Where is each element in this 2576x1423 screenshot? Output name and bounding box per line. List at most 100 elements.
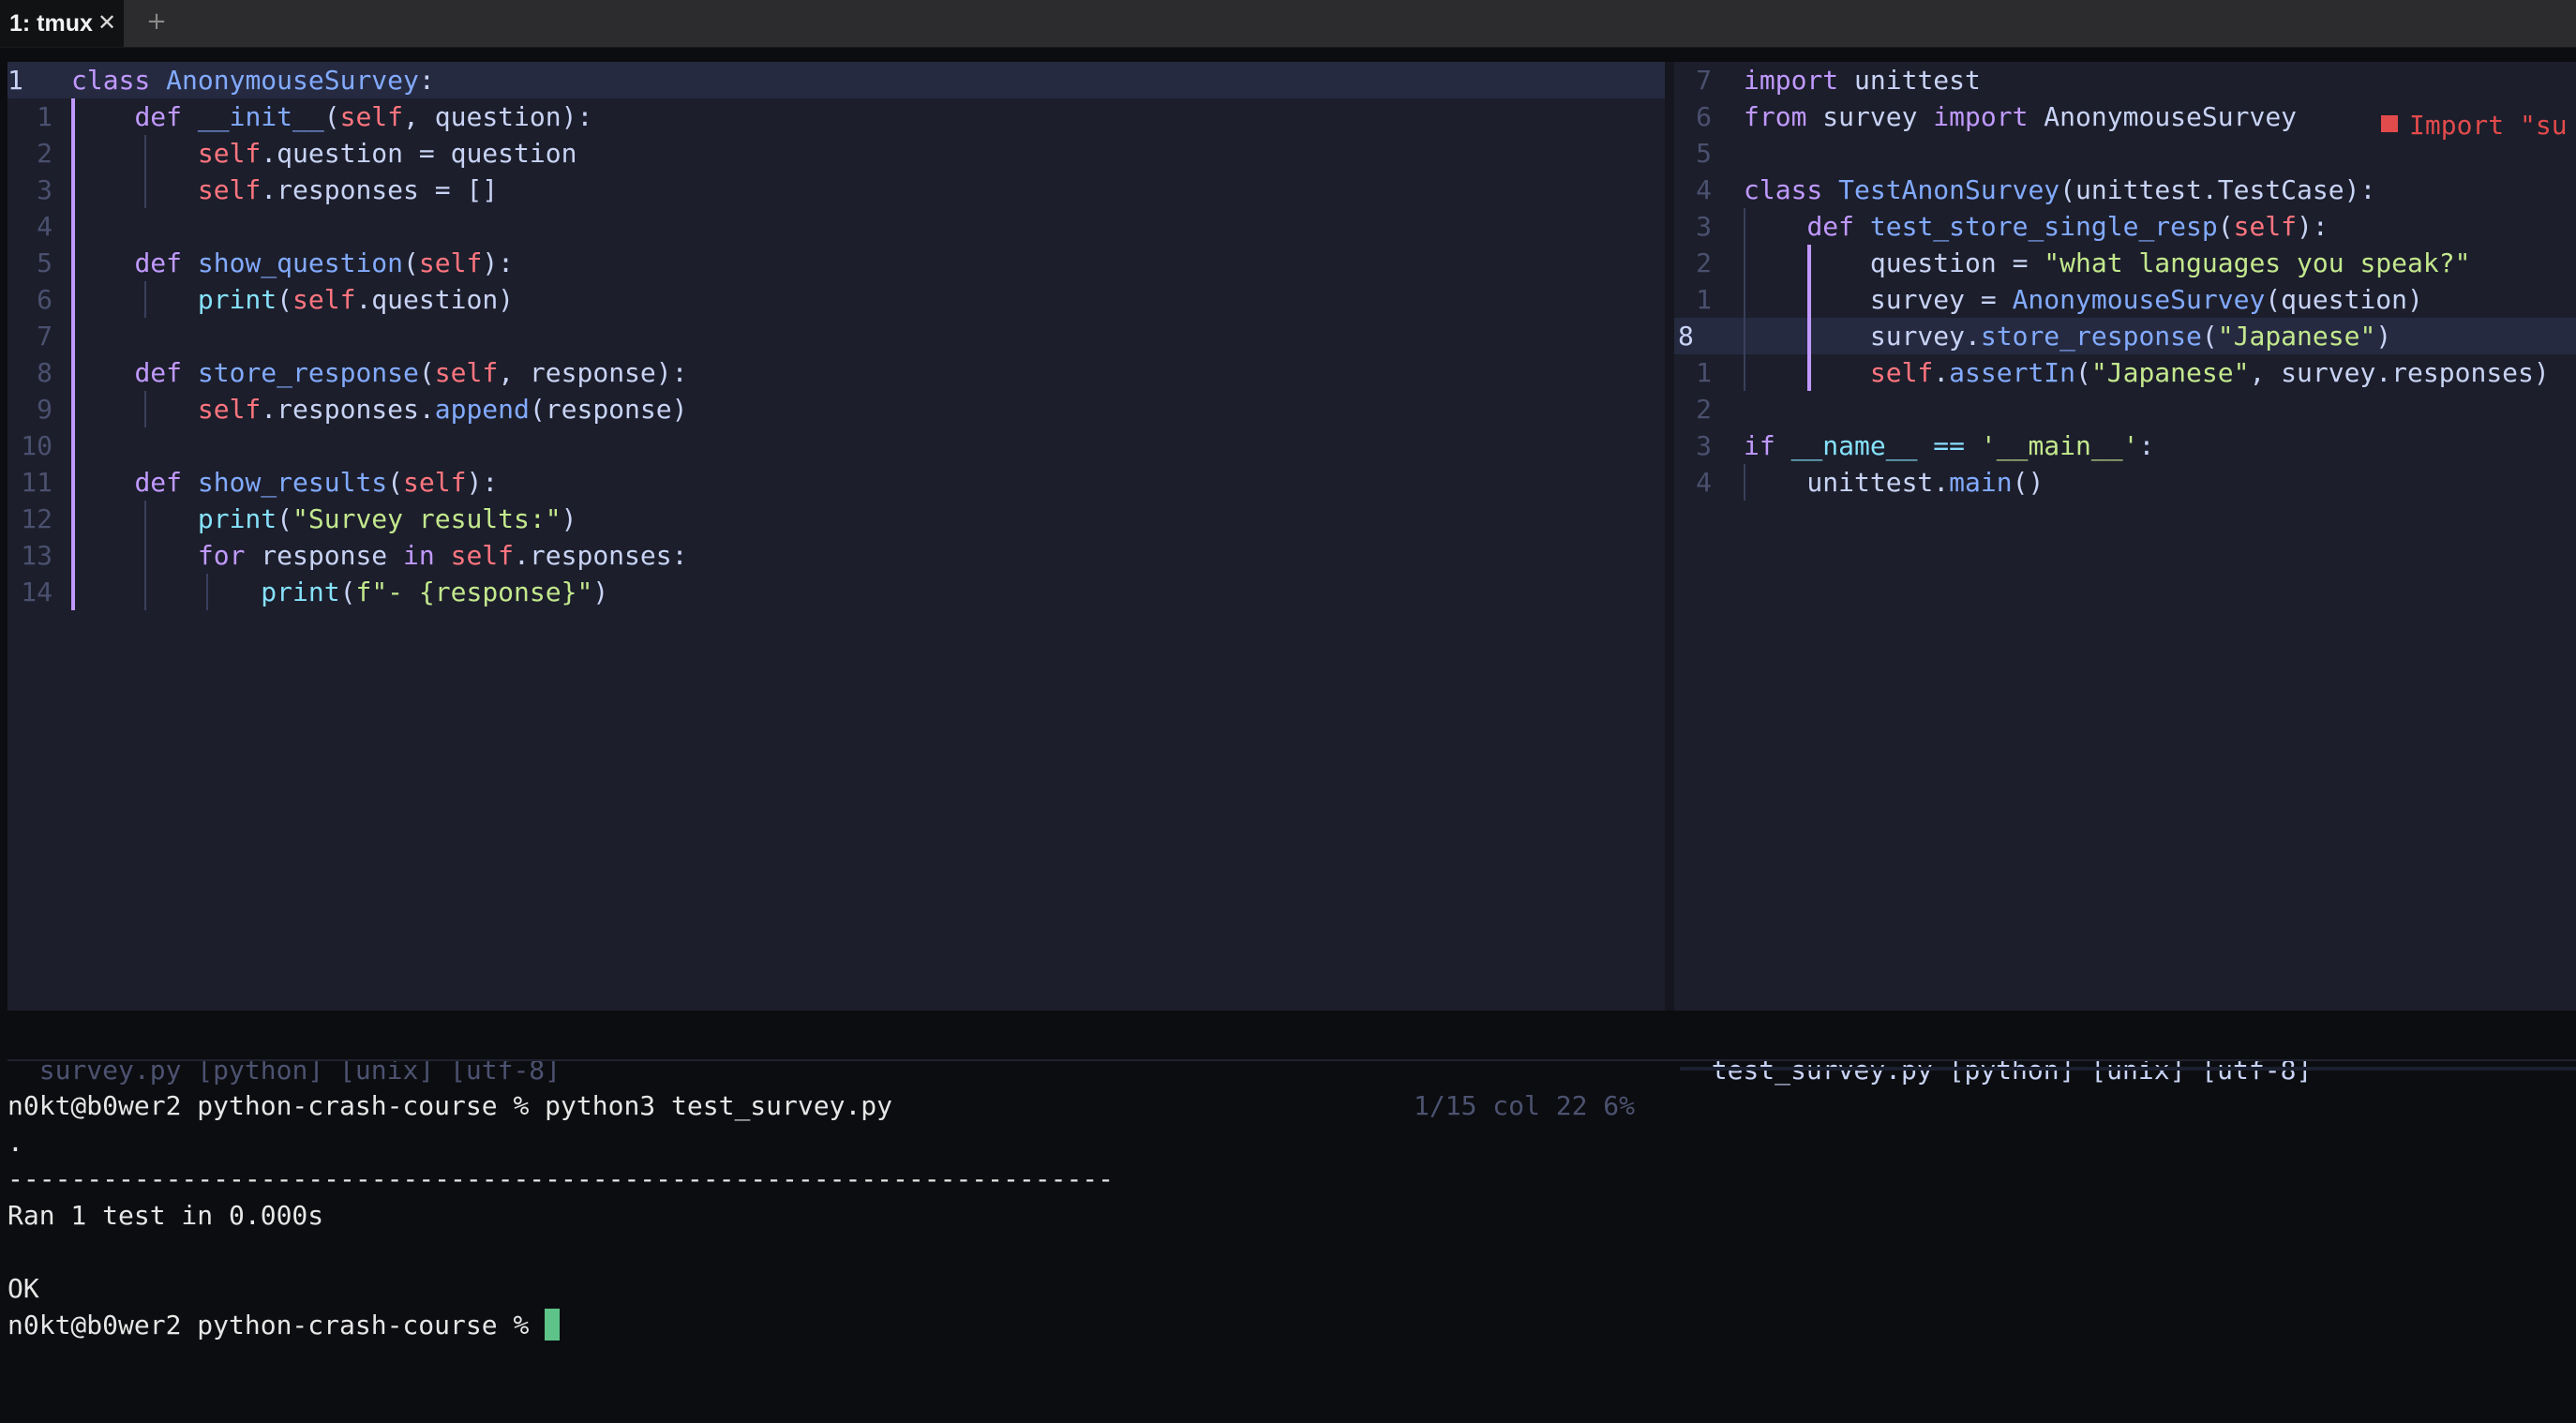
- code-line[interactable]: 6 print(self.question): [7, 281, 1665, 318]
- indent-guide: [71, 318, 75, 354]
- code-line[interactable]: 14 print(f"- {response}"): [7, 574, 1665, 610]
- separator: [7, 1059, 2576, 1061]
- indent-guide: [1807, 318, 1811, 354]
- code-line[interactable]: 9 self.responses.append(response): [7, 391, 1665, 427]
- separator: [1680, 1067, 2576, 1071]
- error-icon: [2381, 115, 2398, 132]
- code-line[interactable]: 11 def show_results(self):: [7, 464, 1665, 501]
- code-line[interactable]: 1 def __init__(self, question):: [7, 98, 1665, 135]
- line-text: print(self.question): [197, 284, 515, 315]
- line-number: 5: [37, 247, 52, 278]
- indent-guide: [71, 574, 75, 610]
- indent-guide: [71, 135, 75, 172]
- indent-guide: [71, 391, 75, 427]
- line-text: from survey import AnonymouseSurvey: [1744, 101, 2298, 132]
- code-line[interactable]: 2 self.question = question: [7, 135, 1665, 172]
- indent-guide: [1744, 464, 1745, 501]
- code-line[interactable]: 12 print("Survey results:"): [7, 501, 1665, 537]
- terminal-line: OK: [7, 1273, 39, 1304]
- indent-guide: [71, 281, 75, 318]
- line-text: self.responses.append(response): [197, 394, 688, 425]
- indent-guide: [71, 501, 75, 537]
- line-text: class AnonymouseSurvey:: [71, 65, 435, 96]
- line-text: survey = AnonymouseSurvey(question): [1744, 284, 2423, 315]
- terminal-prompt-line[interactable]: n0kt@b0wer2 python-crash-course %: [7, 1307, 2567, 1343]
- indent-guide: [144, 281, 146, 318]
- terminal-line: ----------------------------------------…: [7, 1163, 1115, 1194]
- code-area[interactable]: 1 class AnonymouseSurvey: 1 def __init__…: [7, 62, 1665, 610]
- code-line[interactable]: 1 survey = AnonymouseSurvey(question): [1674, 281, 2576, 318]
- line-number: 6: [37, 284, 52, 315]
- line-number: 12: [21, 503, 52, 534]
- code-line[interactable]: 3 self.responses = []: [7, 172, 1665, 208]
- tab-bar: 1: tmux ✕ +: [0, 0, 2576, 48]
- line-number: 1: [7, 65, 23, 96]
- code-line[interactable]: 3 if __name__ == '__main__':: [1674, 427, 2576, 464]
- line-text: def store_response(self, response):: [134, 357, 688, 388]
- code-line[interactable]: 10: [7, 427, 1665, 464]
- new-tab-icon[interactable]: +: [142, 7, 171, 36]
- line-number: 10: [21, 430, 52, 461]
- terminal-line: n0kt@b0wer2 python-crash-course % python…: [7, 1090, 893, 1121]
- line-text: self.question = question: [197, 138, 577, 169]
- code-line[interactable]: 5 def show_question(self):: [7, 245, 1665, 281]
- line-number: 4: [1696, 467, 1712, 498]
- code-line[interactable]: 2: [1674, 391, 2576, 427]
- code-line[interactable]: 3 def test_store_single_resp(self):: [1674, 208, 2576, 245]
- line-text: print("Survey results:"): [197, 503, 577, 534]
- editor-pane-test-survey[interactable]: 7 import unittest 6 from survey import A…: [1674, 62, 2576, 1011]
- indent-guide: [144, 574, 146, 610]
- terminal-pane[interactable]: n0kt@b0wer2 python-crash-course % python…: [7, 1087, 2567, 1343]
- code-line[interactable]: 7: [7, 318, 1665, 354]
- indent-guide: [144, 501, 146, 537]
- indent-guide: [206, 574, 208, 610]
- indent-guide: [1744, 281, 1745, 318]
- code-line[interactable]: 1 self.assertIn("Japanese", survey.respo…: [1674, 354, 2576, 391]
- indent-guide: [71, 537, 75, 574]
- indent-guide: [71, 208, 75, 245]
- line-number: 3: [1696, 430, 1712, 461]
- line-number: 1: [1696, 357, 1712, 388]
- line-text: self.responses = []: [197, 174, 499, 205]
- line-number: 3: [1696, 211, 1712, 242]
- indent-guide: [1744, 318, 1745, 354]
- line-number: 14: [21, 577, 52, 607]
- line-number: 8: [37, 357, 52, 388]
- line-number: 7: [37, 321, 52, 352]
- line-number: 9: [37, 394, 52, 425]
- line-number: 1: [37, 101, 52, 132]
- indent-guide: [71, 354, 75, 391]
- diagnostic-text: Import "su: [2409, 110, 2568, 141]
- line-text: def test_store_single_resp(self):: [1806, 211, 2329, 242]
- code-line[interactable]: 7 import unittest: [1674, 62, 2576, 98]
- code-line[interactable]: 8 survey.store_response("Japanese"): [1674, 318, 2576, 354]
- indent-guide: [144, 172, 146, 208]
- line-number: 2: [37, 138, 52, 169]
- indent-guide: [1744, 245, 1745, 281]
- line-text: def show_results(self):: [134, 467, 499, 498]
- line-text: class TestAnonSurvey(unittest.TestCase):: [1744, 174, 2376, 205]
- line-number: 6: [1696, 101, 1712, 132]
- line-number: 7: [1696, 65, 1712, 96]
- diagnostic-message[interactable]: Import "su: [2381, 107, 2568, 143]
- code-line[interactable]: 4 unittest.main(): [1674, 464, 2576, 501]
- terminal-cursor: [545, 1309, 561, 1341]
- close-icon[interactable]: ✕: [94, 9, 120, 36]
- line-text: question = "what languages you speak?": [1744, 247, 2471, 278]
- line-number: 5: [1696, 138, 1712, 169]
- indent-guide: [1807, 281, 1811, 318]
- indent-guide: [144, 135, 146, 172]
- indent-guide: [1744, 354, 1745, 391]
- code-line[interactable]: 4 class TestAnonSurvey(unittest.TestCase…: [1674, 172, 2576, 208]
- code-line[interactable]: 13 for response in self.responses:: [7, 537, 1665, 574]
- editor-pane-survey[interactable]: 1 class AnonymouseSurvey: 1 def __init__…: [7, 62, 1665, 1011]
- tab-tmux[interactable]: 1: tmux ✕: [0, 0, 124, 47]
- code-line[interactable]: 1 class AnonymouseSurvey:: [7, 62, 1665, 98]
- code-line[interactable]: 8 def store_response(self, response):: [7, 354, 1665, 391]
- terminal-line: .: [7, 1127, 23, 1158]
- code-line[interactable]: 2 question = "what languages you speak?": [1674, 245, 2576, 281]
- line-number: 1: [1696, 284, 1712, 315]
- line-number: 13: [21, 540, 52, 571]
- pane-divider[interactable]: [1665, 62, 1674, 1011]
- code-line[interactable]: 4: [7, 208, 1665, 245]
